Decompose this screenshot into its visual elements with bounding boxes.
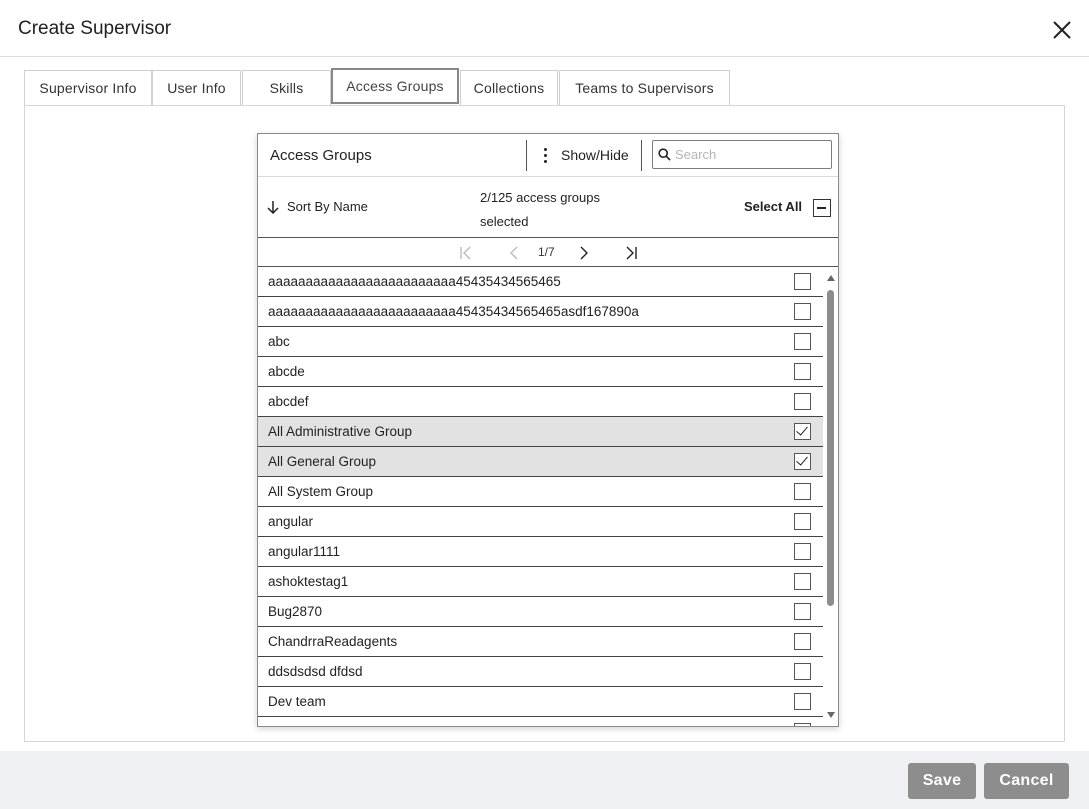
group-name: ashoktestag1 [268, 574, 349, 589]
sort-by-name-button[interactable]: Sort By Name [267, 199, 368, 214]
list-item[interactable] [258, 717, 823, 726]
group-checkbox[interactable] [794, 633, 811, 650]
close-button[interactable] [1050, 18, 1074, 42]
tab-teams-to-supervisors[interactable]: Teams to Supervisors [559, 70, 730, 105]
cancel-button[interactable]: Cancel [984, 763, 1069, 799]
group-name: aaaaaaaaaaaaaaaaaaaaaaaaa45435434565465a… [268, 304, 639, 319]
chevron-right-icon [580, 246, 588, 260]
group-name: abcde [268, 364, 305, 379]
previous-page-button[interactable] [504, 243, 524, 263]
last-page-button[interactable] [621, 243, 641, 263]
group-checkbox[interactable] [794, 513, 811, 530]
create-supervisor-dialog: Create Supervisor Supervisor Info User I… [0, 0, 1089, 809]
list-item[interactable]: All Administrative Group [258, 417, 823, 447]
access-groups-picker: Access Groups Show/Hide So [257, 133, 839, 727]
selection-count-line: selected [480, 214, 529, 229]
picker-header: Access Groups Show/Hide [258, 134, 838, 177]
group-checkbox[interactable] [794, 363, 811, 380]
show-hide-label: Show/Hide [561, 147, 629, 163]
group-checkbox[interactable] [794, 573, 811, 590]
group-name: abc [268, 334, 290, 349]
close-icon [1053, 21, 1071, 39]
group-name: Bug2870 [268, 604, 323, 619]
search-box [652, 140, 832, 169]
group-checkbox[interactable] [794, 723, 811, 726]
list-item[interactable]: ashoktestag1 [258, 567, 823, 597]
list-item[interactable]: aaaaaaaaaaaaaaaaaaaaaaaaa45435434565465a… [258, 297, 823, 327]
group-checkbox[interactable] [794, 423, 811, 440]
list-item[interactable]: abcde [258, 357, 823, 387]
access-group-list: aaaaaaaaaaaaaaaaaaaaaaaaa45435434565465 … [258, 267, 823, 726]
first-page-button[interactable] [456, 243, 476, 263]
scroll-up-arrow-icon[interactable] [827, 275, 835, 281]
sort-label: Sort By Name [287, 199, 368, 214]
tab-supervisor-info[interactable]: Supervisor Info [24, 70, 152, 105]
search-icon [658, 148, 671, 161]
header-divider [526, 140, 527, 171]
selection-count: 2/125 access groups selected [480, 186, 630, 234]
last-page-icon [626, 246, 637, 260]
group-checkbox[interactable] [794, 693, 811, 710]
list-item[interactable]: abcdef [258, 387, 823, 417]
group-checkbox[interactable] [794, 483, 811, 500]
list-item[interactable]: abc [258, 327, 823, 357]
list-item[interactable]: All General Group [258, 447, 823, 477]
group-name: abcdef [268, 394, 309, 409]
group-checkbox[interactable] [794, 393, 811, 410]
group-name: All System Group [268, 484, 374, 499]
group-name: All General Group [268, 454, 377, 469]
save-button[interactable]: Save [908, 763, 976, 799]
group-checkbox[interactable] [794, 453, 811, 470]
list-item[interactable]: ChandrraReadagents [258, 627, 823, 657]
dialog-footer: Save Cancel [0, 751, 1089, 809]
chevron-left-icon [510, 246, 518, 260]
group-checkbox[interactable] [794, 603, 811, 620]
scrollbar-thumb[interactable] [827, 290, 834, 606]
group-name: angular1111 [268, 544, 341, 559]
tab-skills[interactable]: Skills [242, 70, 331, 105]
group-checkbox[interactable] [794, 303, 811, 320]
tab-access-groups[interactable]: Access Groups [331, 68, 459, 104]
group-name: All Administrative Group [268, 424, 413, 439]
first-page-icon [460, 246, 471, 260]
selection-count-line: 2/125 access groups [480, 190, 600, 205]
list-item[interactable]: Dev team [258, 687, 823, 717]
group-name: angular [268, 514, 314, 529]
picker-toolbar: Sort By Name 2/125 access groups selecte… [258, 177, 838, 238]
list-item[interactable]: Bug2870 [258, 597, 823, 627]
kebab-menu-icon [538, 147, 552, 163]
group-name: ddsdsdsd dfdsd [268, 664, 363, 679]
group-name: aaaaaaaaaaaaaaaaaaaaaaaaa45435434565465 [268, 274, 561, 289]
group-checkbox[interactable] [794, 333, 811, 350]
group-name: ChandrraReadagents [268, 634, 398, 649]
list-item[interactable]: ddsdsdsd dfdsd [258, 657, 823, 687]
picker-title: Access Groups [270, 147, 372, 164]
dialog-header: Create Supervisor [0, 0, 1089, 57]
select-all-checkbox[interactable] [813, 199, 831, 217]
scroll-down-arrow-icon[interactable] [827, 712, 835, 718]
list-item[interactable]: All System Group [258, 477, 823, 507]
show-hide-button[interactable]: Show/Hide [538, 142, 629, 168]
pagination: 1/7 [258, 238, 838, 267]
group-checkbox[interactable] [794, 663, 811, 680]
tab-collections[interactable]: Collections [460, 70, 558, 105]
list-item[interactable]: aaaaaaaaaaaaaaaaaaaaaaaaa45435434565465 [258, 267, 823, 297]
arrow-down-icon [267, 200, 279, 214]
select-all-label: Select All [744, 199, 803, 214]
page-indicator: 1/7 [538, 245, 555, 259]
search-input[interactable] [675, 147, 825, 162]
next-page-button[interactable] [574, 243, 594, 263]
group-checkbox[interactable] [794, 273, 811, 290]
group-name: Dev team [268, 694, 326, 709]
header-divider [641, 140, 642, 171]
list-item[interactable]: angular1111 [258, 537, 823, 567]
list-item[interactable]: angular [258, 507, 823, 537]
group-checkbox[interactable] [794, 543, 811, 560]
list-scrollbar[interactable] [824, 267, 838, 726]
dialog-title: Create Supervisor [18, 18, 172, 39]
tab-user-info[interactable]: User Info [152, 70, 241, 105]
